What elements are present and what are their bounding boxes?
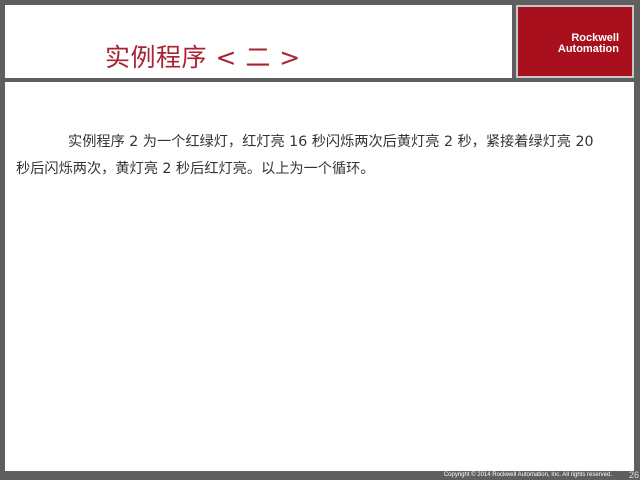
rockwell-logo: Rockwell Automation [516,5,634,78]
body-paragraph: 实例程序 2 为一个红绿灯，红灯亮 16 秒闪烁两次后黄灯亮 2 秒，紧接着绿灯… [16,134,594,177]
logo-wordmark: Rockwell Automation [519,33,619,55]
copyright-notice: Copyright © 2014 Rockwell Automation, In… [443,472,612,478]
page-number: 26 [628,470,639,480]
logo-line-2: Automation [557,43,619,55]
slide-title: 实例程序 < 二 > [105,43,301,72]
slide-frame: 实例程序 < 二 > Rockwell Automation 实例程序 2 为一… [0,0,640,480]
slide-content: 实例程序 2 为一个红绿灯，红灯亮 16 秒闪烁两次后黄灯亮 2 秒，紧接着绿灯… [5,82,634,471]
slide-header: 实例程序 < 二 > [5,5,512,78]
